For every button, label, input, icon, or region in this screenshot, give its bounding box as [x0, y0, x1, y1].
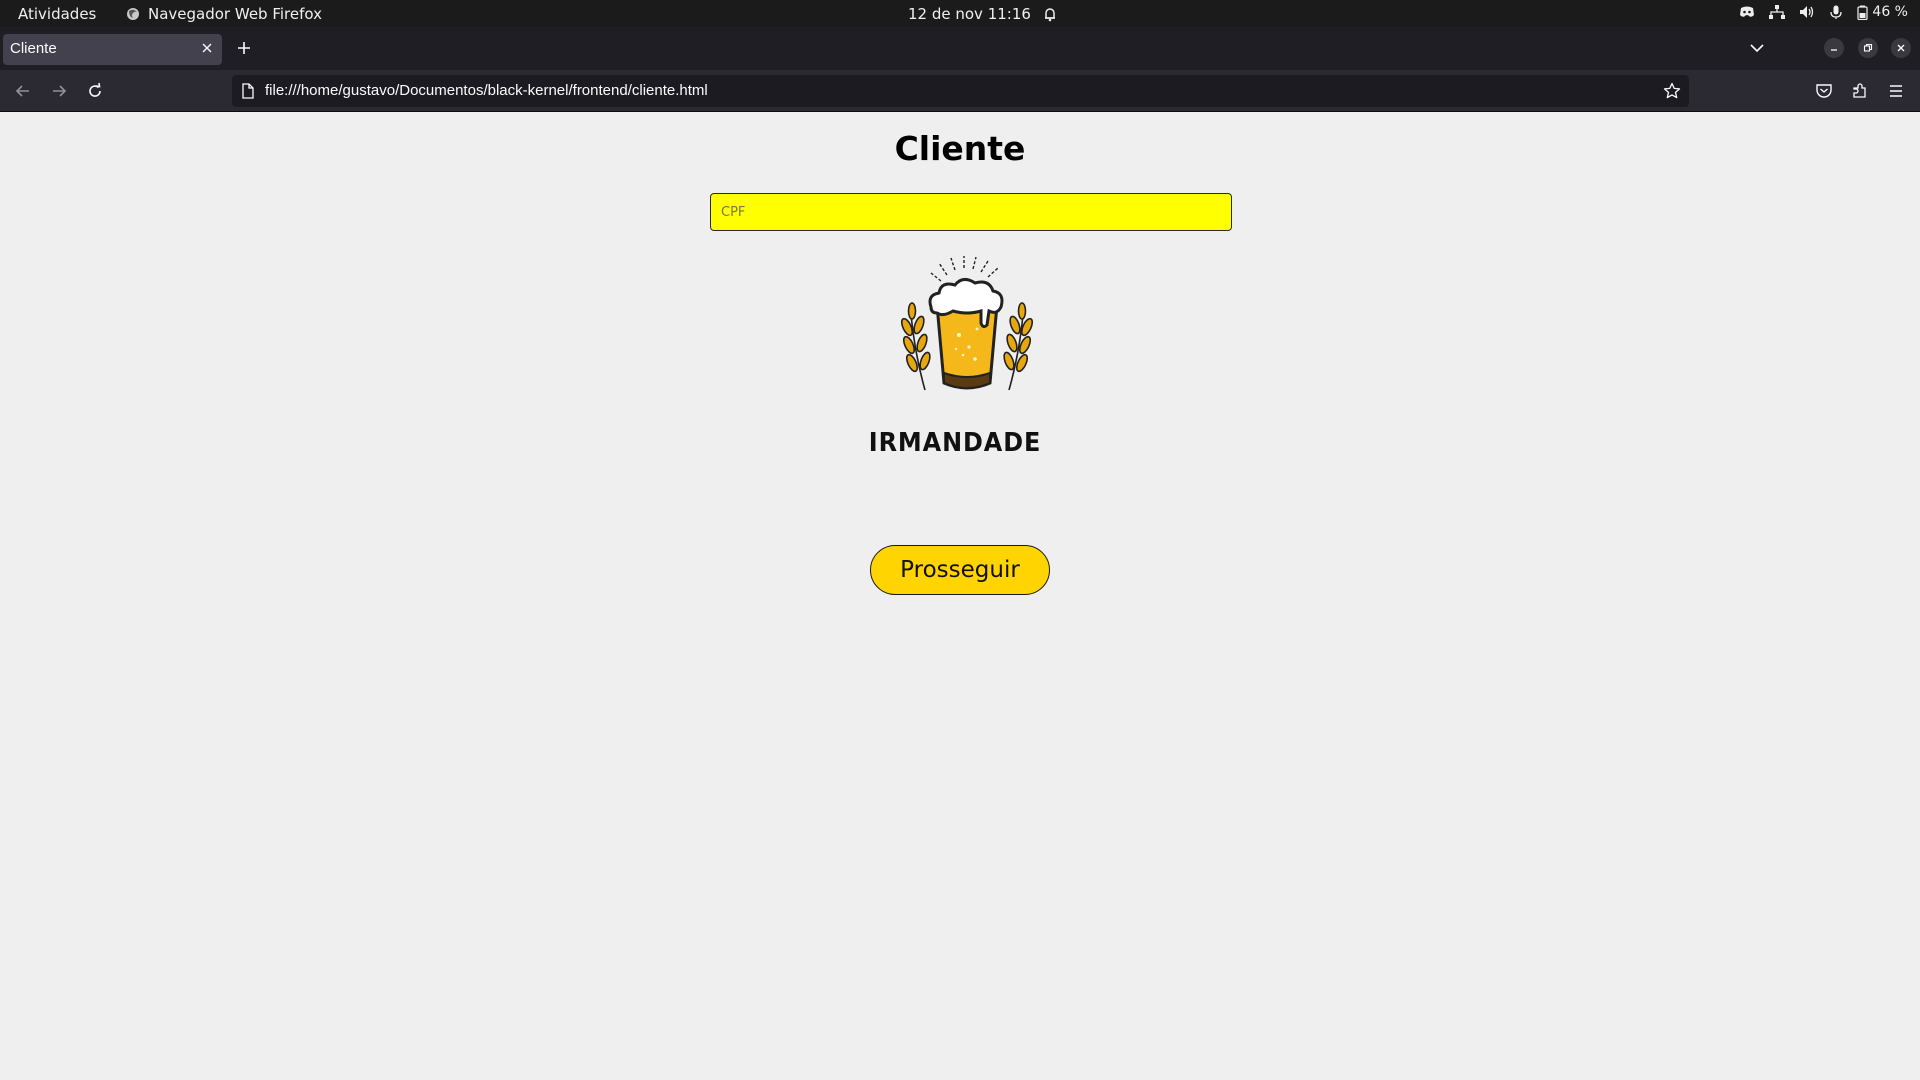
- close-window-icon[interactable]: [1891, 38, 1911, 58]
- tab-strip: Cliente: [0, 27, 1920, 70]
- minimize-window-icon[interactable]: [1824, 38, 1844, 58]
- notification-bell-icon: [1043, 7, 1057, 22]
- brand-name: IRMANDADE: [868, 428, 1042, 458]
- forward-arrow-icon[interactable]: [50, 82, 68, 105]
- activities-button[interactable]: Atividades: [18, 5, 96, 23]
- clock-text: 12 de nov 11:16: [908, 5, 1031, 23]
- system-tray[interactable]: 46 %: [1739, 4, 1908, 20]
- page-title: Cliente: [894, 129, 1026, 168]
- address-bar[interactable]: file:///home/gustavo/Documentos/black-ke…: [232, 75, 1689, 107]
- cpf-input[interactable]: [710, 193, 1232, 231]
- page-content: Cliente CPF IRMANDADE Prosseguir: [0, 112, 1920, 1080]
- restore-window-icon[interactable]: [1858, 38, 1878, 58]
- volume-icon[interactable]: [1799, 5, 1815, 19]
- firefox-icon: [126, 7, 140, 21]
- tab-title: Cliente: [10, 40, 57, 57]
- discord-icon[interactable]: [1739, 6, 1755, 18]
- microphone-icon[interactable]: [1829, 5, 1843, 20]
- new-tab-icon[interactable]: [234, 38, 254, 63]
- page-icon[interactable]: [241, 83, 255, 104]
- close-tab-icon[interactable]: [200, 41, 214, 59]
- battery-percent: 46 %: [1872, 4, 1908, 20]
- pocket-icon[interactable]: [1815, 82, 1833, 105]
- proceed-button[interactable]: Prosseguir: [870, 545, 1050, 595]
- back-arrow-icon[interactable]: [14, 82, 32, 105]
- network-icon[interactable]: [1769, 5, 1786, 19]
- url-text[interactable]: file:///home/gustavo/Documentos/black-ke…: [265, 82, 708, 99]
- list-all-tabs-icon[interactable]: [1749, 41, 1765, 59]
- hamburger-menu-icon[interactable]: [1887, 82, 1905, 105]
- extensions-icon[interactable]: [1851, 82, 1869, 105]
- bookmark-star-icon[interactable]: [1663, 82, 1681, 105]
- app-name: Navegador Web Firefox: [148, 5, 322, 23]
- beer-mug-logo-icon: [900, 256, 1034, 391]
- clock[interactable]: 12 de nov 11:16: [908, 5, 1057, 23]
- system-top-bar: Atividades Navegador Web Firefox 12 de n…: [0, 0, 1920, 27]
- app-menu[interactable]: Navegador Web Firefox: [126, 5, 322, 23]
- battery-indicator[interactable]: 46 %: [1857, 4, 1908, 20]
- reload-icon[interactable]: [86, 82, 104, 105]
- tab-cliente[interactable]: Cliente: [3, 34, 222, 65]
- battery-icon: [1857, 5, 1869, 20]
- navigation-toolbar: file:///home/gustavo/Documentos/black-ke…: [0, 70, 1920, 112]
